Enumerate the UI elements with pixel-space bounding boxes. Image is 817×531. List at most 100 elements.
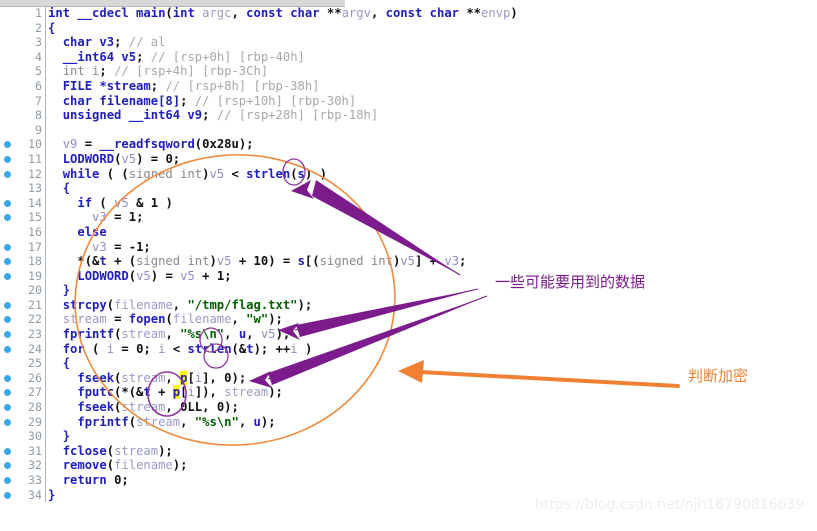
- code-line[interactable]: 5 int i; // [rsp+4h] [rbp-3Ch]: [0, 64, 817, 79]
- code-text: else: [77, 224, 107, 239]
- line-number: 11: [28, 151, 42, 166]
- annotation-note-crypto: 判断加密: [688, 367, 749, 385]
- gutter-divider: [45, 268, 46, 284]
- line-number: 25: [28, 356, 42, 371]
- line-number: 29: [28, 414, 42, 429]
- code-text: fclose(stream);: [62, 443, 173, 458]
- code-line[interactable]: 15 v3 = 1;: [0, 210, 817, 225]
- line-number: 10: [28, 137, 42, 152]
- code-text: }: [48, 487, 56, 502]
- code-line[interactable]: 4 __int64 v5; // [rsp+0h] [rbp-40h]: [0, 49, 817, 65]
- code-line[interactable]: 3 char v3; // al: [0, 35, 817, 50]
- code-text: char v3; // al: [62, 35, 166, 50]
- code-line[interactable]: 33 return 0;: [0, 473, 817, 488]
- line-number: 8: [35, 108, 42, 123]
- code-line[interactable]: 9: [0, 122, 817, 138]
- code-line[interactable]: 14 if ( v5 & 1 ): [0, 195, 817, 211]
- gutter-divider: [45, 151, 46, 167]
- code-text: fseek(stream, p[i], 0);: [77, 370, 247, 385]
- blog-watermark: https://blog.csdn.net/njh18790816639: [535, 497, 805, 513]
- line-number: 20: [28, 283, 42, 298]
- code-text: char filename[8]; // [rsp+10h] [rbp-30h]: [62, 93, 357, 108]
- code-text: v9 = __readfsqword(0x28u);: [62, 137, 254, 152]
- line-number: 31: [28, 443, 42, 458]
- line-number: 33: [28, 473, 42, 487]
- gutter-divider: [45, 443, 46, 459]
- code-line[interactable]: 8 unsigned __int64 v9; // [rsp+28h] [rbp…: [0, 108, 817, 123]
- gutter-divider: [45, 370, 46, 386]
- line-number: 26: [28, 370, 42, 385]
- code-listing[interactable]: 1 int __cdecl main(int argc, const char …: [0, 6, 817, 531]
- code-text: if ( v5 & 1 ): [77, 195, 173, 210]
- code-line[interactable]: 11 LODWORD(v5) = 0;: [0, 151, 817, 167]
- line-number: 17: [28, 239, 42, 254]
- code-line[interactable]: 27 fputc(*(&t + p[i]), stream);: [0, 385, 817, 401]
- code-line[interactable]: 31 fclose(stream);: [0, 443, 817, 459]
- code-line[interactable]: 20 }: [0, 283, 817, 298]
- code-text: fputc(*(&t + p[i]), stream);: [77, 385, 283, 400]
- gutter-divider: [45, 297, 46, 313]
- line-number: 4: [35, 49, 42, 64]
- annotation-note-data: 一些可能要用到的数据: [495, 273, 646, 291]
- gutter-divider: [45, 181, 46, 196]
- line-number: 24: [28, 341, 42, 356]
- code-line[interactable]: 32 remove(filename);: [0, 458, 817, 473]
- code-text: fprintf(stream, "%s\n", u, v5);: [62, 327, 291, 342]
- code-text: unsigned __int64 v9; // [rsp+28h] [rbp-1…: [62, 108, 379, 123]
- gutter-divider: [45, 224, 46, 240]
- code-text: {: [48, 20, 56, 35]
- gutter-divider: [45, 487, 46, 503]
- code-line[interactable]: 24 for ( i = 0; i < strlen(&t); ++i ): [0, 341, 817, 357]
- code-line[interactable]: 30 }: [0, 429, 817, 444]
- code-line[interactable]: 18 *(&t + (signed int)v5 + 10) = s[(sign…: [0, 254, 817, 269]
- gutter-divider: [45, 35, 46, 50]
- code-text: }: [62, 283, 71, 298]
- gutter-divider: [45, 64, 46, 79]
- code-text: v3 = 1;: [92, 210, 144, 225]
- gutter-divider: [45, 195, 46, 211]
- gutter-divider: [45, 122, 46, 138]
- line-number: 23: [28, 327, 42, 342]
- code-line[interactable]: 12 while ( (signed int)v5 < strlen(s) ): [0, 166, 817, 182]
- gutter-divider: [45, 93, 46, 109]
- code-line[interactable]: 16 else: [0, 224, 817, 240]
- code-line[interactable]: 21 strcpy(filename, "/tmp/flag.txt");: [0, 297, 817, 313]
- gutter-divider: [45, 166, 46, 182]
- gutter-divider: [45, 210, 46, 225]
- gutter-divider: [45, 429, 46, 444]
- gutter-divider: [45, 414, 46, 430]
- code-line[interactable]: 13 {: [0, 181, 817, 196]
- code-text: return 0;: [62, 473, 129, 487]
- line-number: 2: [35, 20, 42, 35]
- line-number: 18: [28, 254, 42, 269]
- line-number: 5: [35, 64, 42, 79]
- gutter-divider: [45, 108, 46, 123]
- code-text: int __cdecl main(int argc, const char **…: [48, 6, 518, 20]
- code-line[interactable]: 6 FILE *stream; // [rsp+8h] [rbp-38h]: [0, 78, 817, 94]
- code-text: for ( i = 0; i < strlen(&t); ++i ): [62, 341, 313, 356]
- gutter-divider: [45, 400, 46, 415]
- gutter-divider: [45, 458, 46, 473]
- code-line[interactable]: 1 int __cdecl main(int argc, const char …: [0, 6, 817, 21]
- code-line[interactable]: 10 v9 = __readfsqword(0x28u);: [0, 137, 817, 152]
- code-line[interactable]: 19 LODWORD(v5) = v5 + 1;: [0, 268, 817, 284]
- code-line[interactable]: 29 fprintf(stream, "%s\n", u);: [0, 414, 817, 430]
- code-text: remove(filename);: [62, 458, 188, 473]
- code-line[interactable]: 2 {: [0, 20, 817, 36]
- code-text: LODWORD(v5) = 0;: [62, 151, 181, 166]
- code-text: while ( (signed int)v5 < strlen(s) ): [62, 166, 327, 181]
- code-line[interactable]: 23 fprintf(stream, "%s\n", u, v5);: [0, 327, 817, 342]
- line-number: 22: [28, 312, 42, 327]
- line-number: 14: [28, 195, 42, 210]
- line-number: 27: [28, 385, 42, 400]
- gutter-divider: [45, 312, 46, 328]
- code-line[interactable]: 28 fseek(stream, 0LL, 0);: [0, 400, 817, 415]
- line-number: 15: [28, 210, 42, 225]
- line-number: 12: [28, 166, 42, 181]
- gutter-divider: [45, 20, 46, 36]
- code-line[interactable]: 7 char filename[8]; // [rsp+10h] [rbp-30…: [0, 93, 817, 109]
- code-line[interactable]: 22 stream = fopen(filename, "w");: [0, 312, 817, 328]
- code-line[interactable]: 17 v3 = -1;: [0, 239, 817, 255]
- line-number: 32: [28, 458, 42, 473]
- gutter-divider: [45, 356, 46, 371]
